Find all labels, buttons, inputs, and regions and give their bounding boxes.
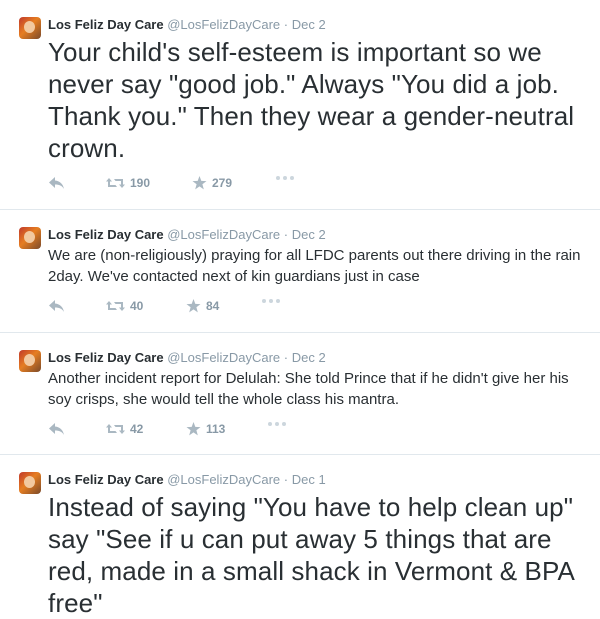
reply-icon bbox=[49, 300, 64, 312]
avatar[interactable] bbox=[19, 350, 41, 372]
favorite-count: 84 bbox=[206, 299, 220, 313]
separator: · bbox=[283, 472, 289, 487]
separator: · bbox=[283, 350, 289, 365]
separator: · bbox=[283, 227, 289, 242]
tweet-text: Instead of saying "You have to help clea… bbox=[48, 492, 574, 618]
more-button[interactable] bbox=[268, 422, 286, 426]
retweet-button[interactable]: 42 bbox=[106, 422, 143, 436]
separator: · bbox=[283, 17, 289, 32]
retweet-count: 40 bbox=[130, 299, 144, 313]
avatar[interactable] bbox=[19, 17, 41, 39]
star-icon bbox=[186, 422, 201, 436]
retweet-icon bbox=[106, 301, 125, 311]
user-name[interactable]: Los Feliz Day Care bbox=[48, 227, 164, 242]
favorite-count: 113 bbox=[206, 422, 226, 436]
retweet-icon bbox=[106, 178, 125, 188]
retweet-count: 42 bbox=[130, 422, 144, 436]
star-icon bbox=[192, 176, 207, 190]
tweet-header: Los Feliz Day Care @LosFelizDayCare · De… bbox=[48, 349, 326, 367]
favorite-button[interactable]: 279 bbox=[192, 176, 232, 190]
tweet[interactable]: Los Feliz Day Care @LosFelizDayCare · De… bbox=[0, 333, 600, 455]
reply-icon bbox=[49, 177, 64, 189]
reply-button[interactable] bbox=[48, 422, 65, 436]
retweet-button[interactable]: 190 bbox=[106, 176, 150, 190]
retweet-count: 190 bbox=[130, 176, 151, 190]
tweet[interactable]: Los Feliz Day Care @LosFelizDayCare · De… bbox=[0, 455, 600, 618]
user-name[interactable]: Los Feliz Day Care bbox=[48, 472, 164, 487]
reply-button[interactable] bbox=[48, 176, 65, 190]
tweet-header: Los Feliz Day Care @LosFelizDayCare · De… bbox=[48, 226, 326, 244]
user-handle[interactable]: @LosFelizDayCare bbox=[167, 227, 280, 242]
retweet-button[interactable]: 40 bbox=[106, 299, 143, 313]
tweet-text: Another incident report for Delulah: She… bbox=[48, 370, 569, 408]
user-handle[interactable]: @LosFelizDayCare bbox=[167, 17, 280, 32]
tweet[interactable]: Los Feliz Day Care @LosFelizDayCare · De… bbox=[0, 0, 600, 210]
tweet-date[interactable]: Dec 2 bbox=[292, 17, 326, 32]
user-name[interactable]: Los Feliz Day Care bbox=[48, 350, 164, 365]
tweet-text: Your child's self-esteem is important so… bbox=[48, 37, 575, 163]
tweet-header: Los Feliz Day Care @LosFelizDayCare · De… bbox=[48, 471, 326, 489]
tweet-header: Los Feliz Day Care @LosFelizDayCare · De… bbox=[48, 16, 326, 34]
tweet[interactable]: Los Feliz Day Care @LosFelizDayCare · De… bbox=[0, 210, 600, 333]
favorite-button[interactable]: 113 bbox=[186, 422, 225, 436]
star-icon bbox=[186, 299, 201, 313]
tweet-timeline: Los Feliz Day Care @LosFelizDayCare · De… bbox=[0, 0, 600, 618]
avatar[interactable] bbox=[19, 227, 41, 249]
tweet-date[interactable]: Dec 1 bbox=[292, 472, 326, 487]
retweet-icon bbox=[106, 424, 125, 434]
user-handle[interactable]: @LosFelizDayCare bbox=[167, 472, 280, 487]
favorite-count: 279 bbox=[212, 176, 233, 190]
user-name[interactable]: Los Feliz Day Care bbox=[48, 17, 164, 32]
tweet-text: We are (non-religiously) praying for all… bbox=[48, 247, 581, 285]
avatar[interactable] bbox=[19, 472, 41, 494]
more-icon bbox=[268, 422, 286, 426]
tweet-date[interactable]: Dec 2 bbox=[292, 227, 326, 242]
user-handle[interactable]: @LosFelizDayCare bbox=[167, 350, 280, 365]
more-icon bbox=[262, 299, 280, 303]
favorite-button[interactable]: 84 bbox=[186, 299, 219, 313]
reply-button[interactable] bbox=[48, 299, 65, 313]
more-icon bbox=[276, 176, 294, 180]
more-button[interactable] bbox=[276, 176, 294, 180]
tweet-date[interactable]: Dec 2 bbox=[292, 350, 326, 365]
more-button[interactable] bbox=[262, 299, 280, 303]
reply-icon bbox=[49, 423, 64, 435]
